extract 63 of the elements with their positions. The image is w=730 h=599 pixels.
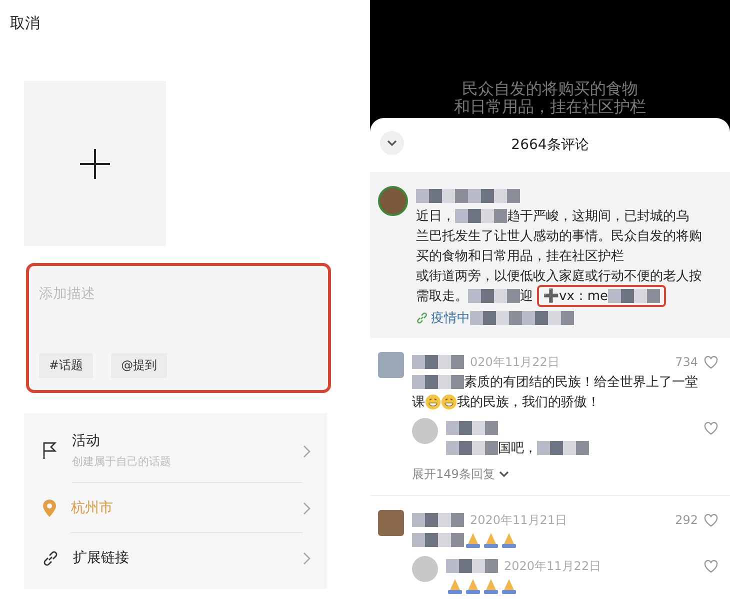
mosaic-redaction — [522, 311, 574, 325]
mosaic-redaction — [412, 533, 464, 547]
comment-text: 或街道两旁，以便低收入家庭或行动不便的老人按 — [416, 268, 702, 285]
expand-replies-button[interactable]: 展开149条回复 — [412, 458, 718, 483]
chevron-down-icon — [387, 140, 397, 146]
comment-date: 2020年11月22日 — [504, 558, 602, 574]
comment-text: 买的食物和日常用品，挂在社区护栏 — [416, 248, 624, 265]
mosaic-redaction — [608, 289, 660, 303]
grin-emoji-icon — [441, 394, 457, 410]
link-icon — [416, 312, 428, 324]
comment-text: 迎 — [520, 288, 533, 305]
mosaic-redaction — [446, 559, 498, 573]
chevron-right-icon — [303, 502, 311, 514]
comment-date: 020年11月22日 — [470, 354, 560, 370]
mosaic-redaction — [470, 311, 522, 325]
like-count: 734 — [675, 355, 698, 369]
chevron-down-icon — [498, 471, 509, 478]
option-subtitle: 创建属于自己的话题 — [72, 454, 172, 469]
grin-emoji-icon — [425, 394, 441, 410]
mosaic-redaction — [468, 289, 520, 303]
comment-text: 课 — [412, 394, 425, 411]
mosaic-redaction — [412, 513, 464, 527]
mosaic-redaction — [468, 189, 520, 203]
comment-text: 需取走。 — [416, 288, 468, 305]
comment-text: 近日， — [416, 208, 455, 225]
option-title[interactable]: 活动 — [72, 432, 303, 450]
mosaic-redaction — [446, 421, 498, 435]
add-media-tile[interactable] — [24, 81, 166, 246]
mosaic-redaction — [537, 441, 589, 455]
comment-date: 2020年11月21日 — [470, 512, 568, 528]
comment-text: 国吧， — [498, 440, 537, 457]
contact-text: ➕vx：me — [537, 285, 666, 307]
comment-text: 素质的有团结的民族！给全世界上了一堂 — [464, 374, 698, 391]
tag-button[interactable]: #话题 — [39, 353, 94, 378]
plus-icon — [80, 148, 110, 178]
tag-button[interactable]: @提到 — [111, 353, 168, 378]
comment-text: 兰巴托发生了让世人感动的事情。民众自发的将购 — [416, 228, 702, 245]
flag-icon — [42, 442, 58, 460]
mosaic-redaction — [412, 355, 464, 369]
chevron-right-icon — [303, 444, 311, 458]
comment-text: 趋于严峻，这期间，已封城的乌 — [507, 208, 689, 225]
heart-icon[interactable] — [704, 422, 718, 434]
avatar[interactable] — [378, 186, 408, 216]
mosaic-redaction — [446, 441, 498, 455]
collapse-button[interactable] — [380, 131, 404, 155]
video-caption: 民众自发的将购买的食物 — [462, 80, 638, 98]
video-caption: 和日常用品，挂在社区护栏 — [454, 98, 646, 116]
topic-link[interactable]: 疫情中 — [416, 309, 470, 327]
mosaic-redaction — [455, 209, 507, 223]
link-icon — [42, 550, 59, 566]
cancel-button[interactable]: 取消 — [8, 12, 42, 35]
chevron-right-icon — [303, 552, 311, 564]
heart-icon[interactable] — [704, 514, 718, 526]
heart-icon[interactable] — [704, 560, 718, 572]
heart-icon[interactable] — [704, 356, 718, 368]
option-title[interactable]: 扩展链接 — [73, 549, 303, 567]
comment-text: 我的民族，我们的骄傲！ — [457, 394, 600, 411]
mosaic-redaction — [416, 189, 468, 203]
like-count: 292 — [675, 513, 698, 527]
description-field[interactable]: 添加描述 #话题 @提到 — [26, 263, 331, 393]
location-pin-icon — [42, 498, 57, 518]
mosaic-redaction — [412, 375, 464, 389]
comments-title: 2664条评论 — [511, 136, 589, 154]
